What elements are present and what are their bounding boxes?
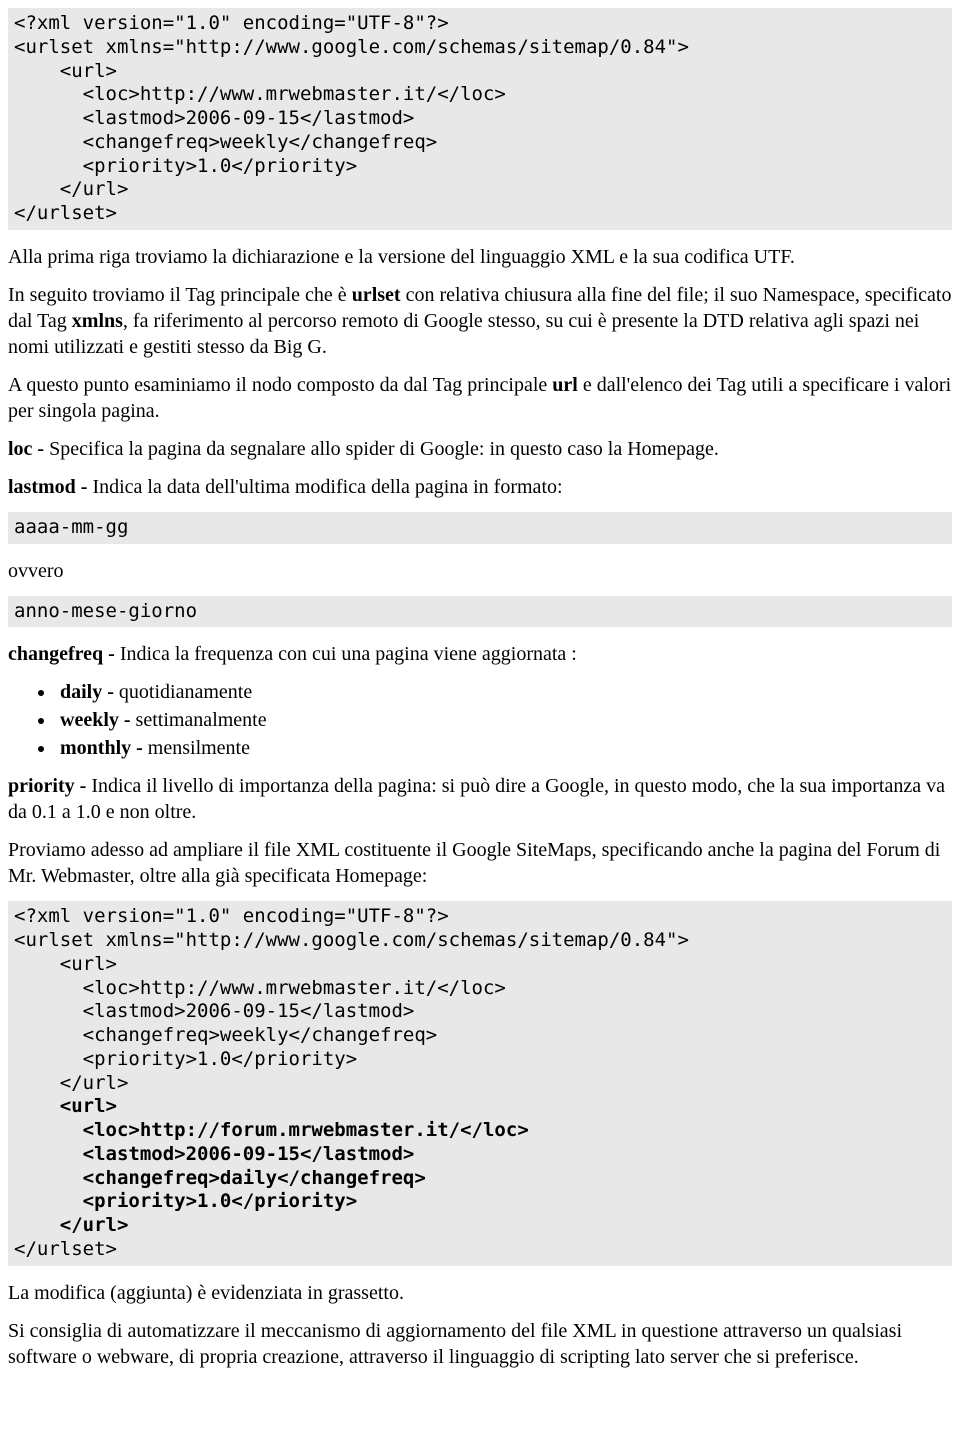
paragraph: Si consiglia di automatizzare il meccani… bbox=[8, 1318, 952, 1370]
bold-text: urlset bbox=[352, 284, 401, 306]
bold-text: priority - bbox=[8, 775, 91, 797]
bold-text: changefreq - bbox=[8, 643, 120, 665]
bold-text: daily - bbox=[60, 681, 119, 703]
paragraph: In seguito troviamo il Tag principale ch… bbox=[8, 282, 952, 360]
text: Indica il livello di importanza della pa… bbox=[8, 775, 945, 823]
list-item: weekly - settimanalmente bbox=[56, 707, 952, 733]
paragraph-priority: priority - Indica il livello di importan… bbox=[8, 773, 952, 825]
text: In seguito troviamo il Tag principale ch… bbox=[8, 284, 352, 306]
paragraph-changefreq: changefreq - Indica la frequenza con cui… bbox=[8, 641, 952, 667]
paragraph-lastmod: lastmod - Indica la data dell'ultima mod… bbox=[8, 474, 952, 500]
text: mensilmente bbox=[148, 737, 250, 759]
list-item: monthly - mensilmente bbox=[56, 735, 952, 761]
code-block-1: <?xml version="1.0" encoding="UTF-8"?> <… bbox=[8, 8, 952, 230]
bold-text: monthly - bbox=[60, 737, 148, 759]
text: Specifica la pagina da segnalare allo sp… bbox=[49, 438, 719, 460]
bold-text: lastmod - bbox=[8, 476, 92, 498]
bold-text: loc - bbox=[8, 438, 49, 460]
text: , fa riferimento al percorso remoto di G… bbox=[8, 310, 919, 358]
text: Indica la data dell'ultima modifica dell… bbox=[92, 476, 562, 498]
paragraph: La modifica (aggiunta) è evidenziata in … bbox=[8, 1280, 952, 1306]
code-block-2: aaaa-mm-gg bbox=[8, 512, 952, 544]
text: settimanalmente bbox=[136, 709, 267, 731]
list-item: daily - quotidianamente bbox=[56, 679, 952, 705]
paragraph: ovvero bbox=[8, 558, 952, 584]
code-block-3: anno-mese-giorno bbox=[8, 596, 952, 628]
code-bold: <url> <loc>http://forum.mrwebmaster.it/<… bbox=[14, 1095, 529, 1236]
code-plain: <?xml version="1.0" encoding="UTF-8"?> <… bbox=[14, 905, 689, 1093]
freq-list: daily - quotidianamente weekly - settima… bbox=[8, 679, 952, 761]
text: quotidianamente bbox=[119, 681, 252, 703]
bold-text: url bbox=[552, 374, 578, 396]
paragraph-loc: loc - Specifica la pagina da segnalare a… bbox=[8, 436, 952, 462]
text: Indica la frequenza con cui una pagina v… bbox=[120, 643, 577, 665]
paragraph: Alla prima riga troviamo la dichiarazion… bbox=[8, 244, 952, 270]
text: A questo punto esaminiamo il nodo compos… bbox=[8, 374, 552, 396]
code-block-4: <?xml version="1.0" encoding="UTF-8"?> <… bbox=[8, 901, 952, 1265]
paragraph: Proviamo adesso ad ampliare il file XML … bbox=[8, 837, 952, 889]
code-plain: </urlset> bbox=[14, 1238, 117, 1260]
bold-text: xmlns bbox=[72, 310, 123, 332]
bold-text: weekly - bbox=[60, 709, 136, 731]
paragraph: A questo punto esaminiamo il nodo compos… bbox=[8, 372, 952, 424]
